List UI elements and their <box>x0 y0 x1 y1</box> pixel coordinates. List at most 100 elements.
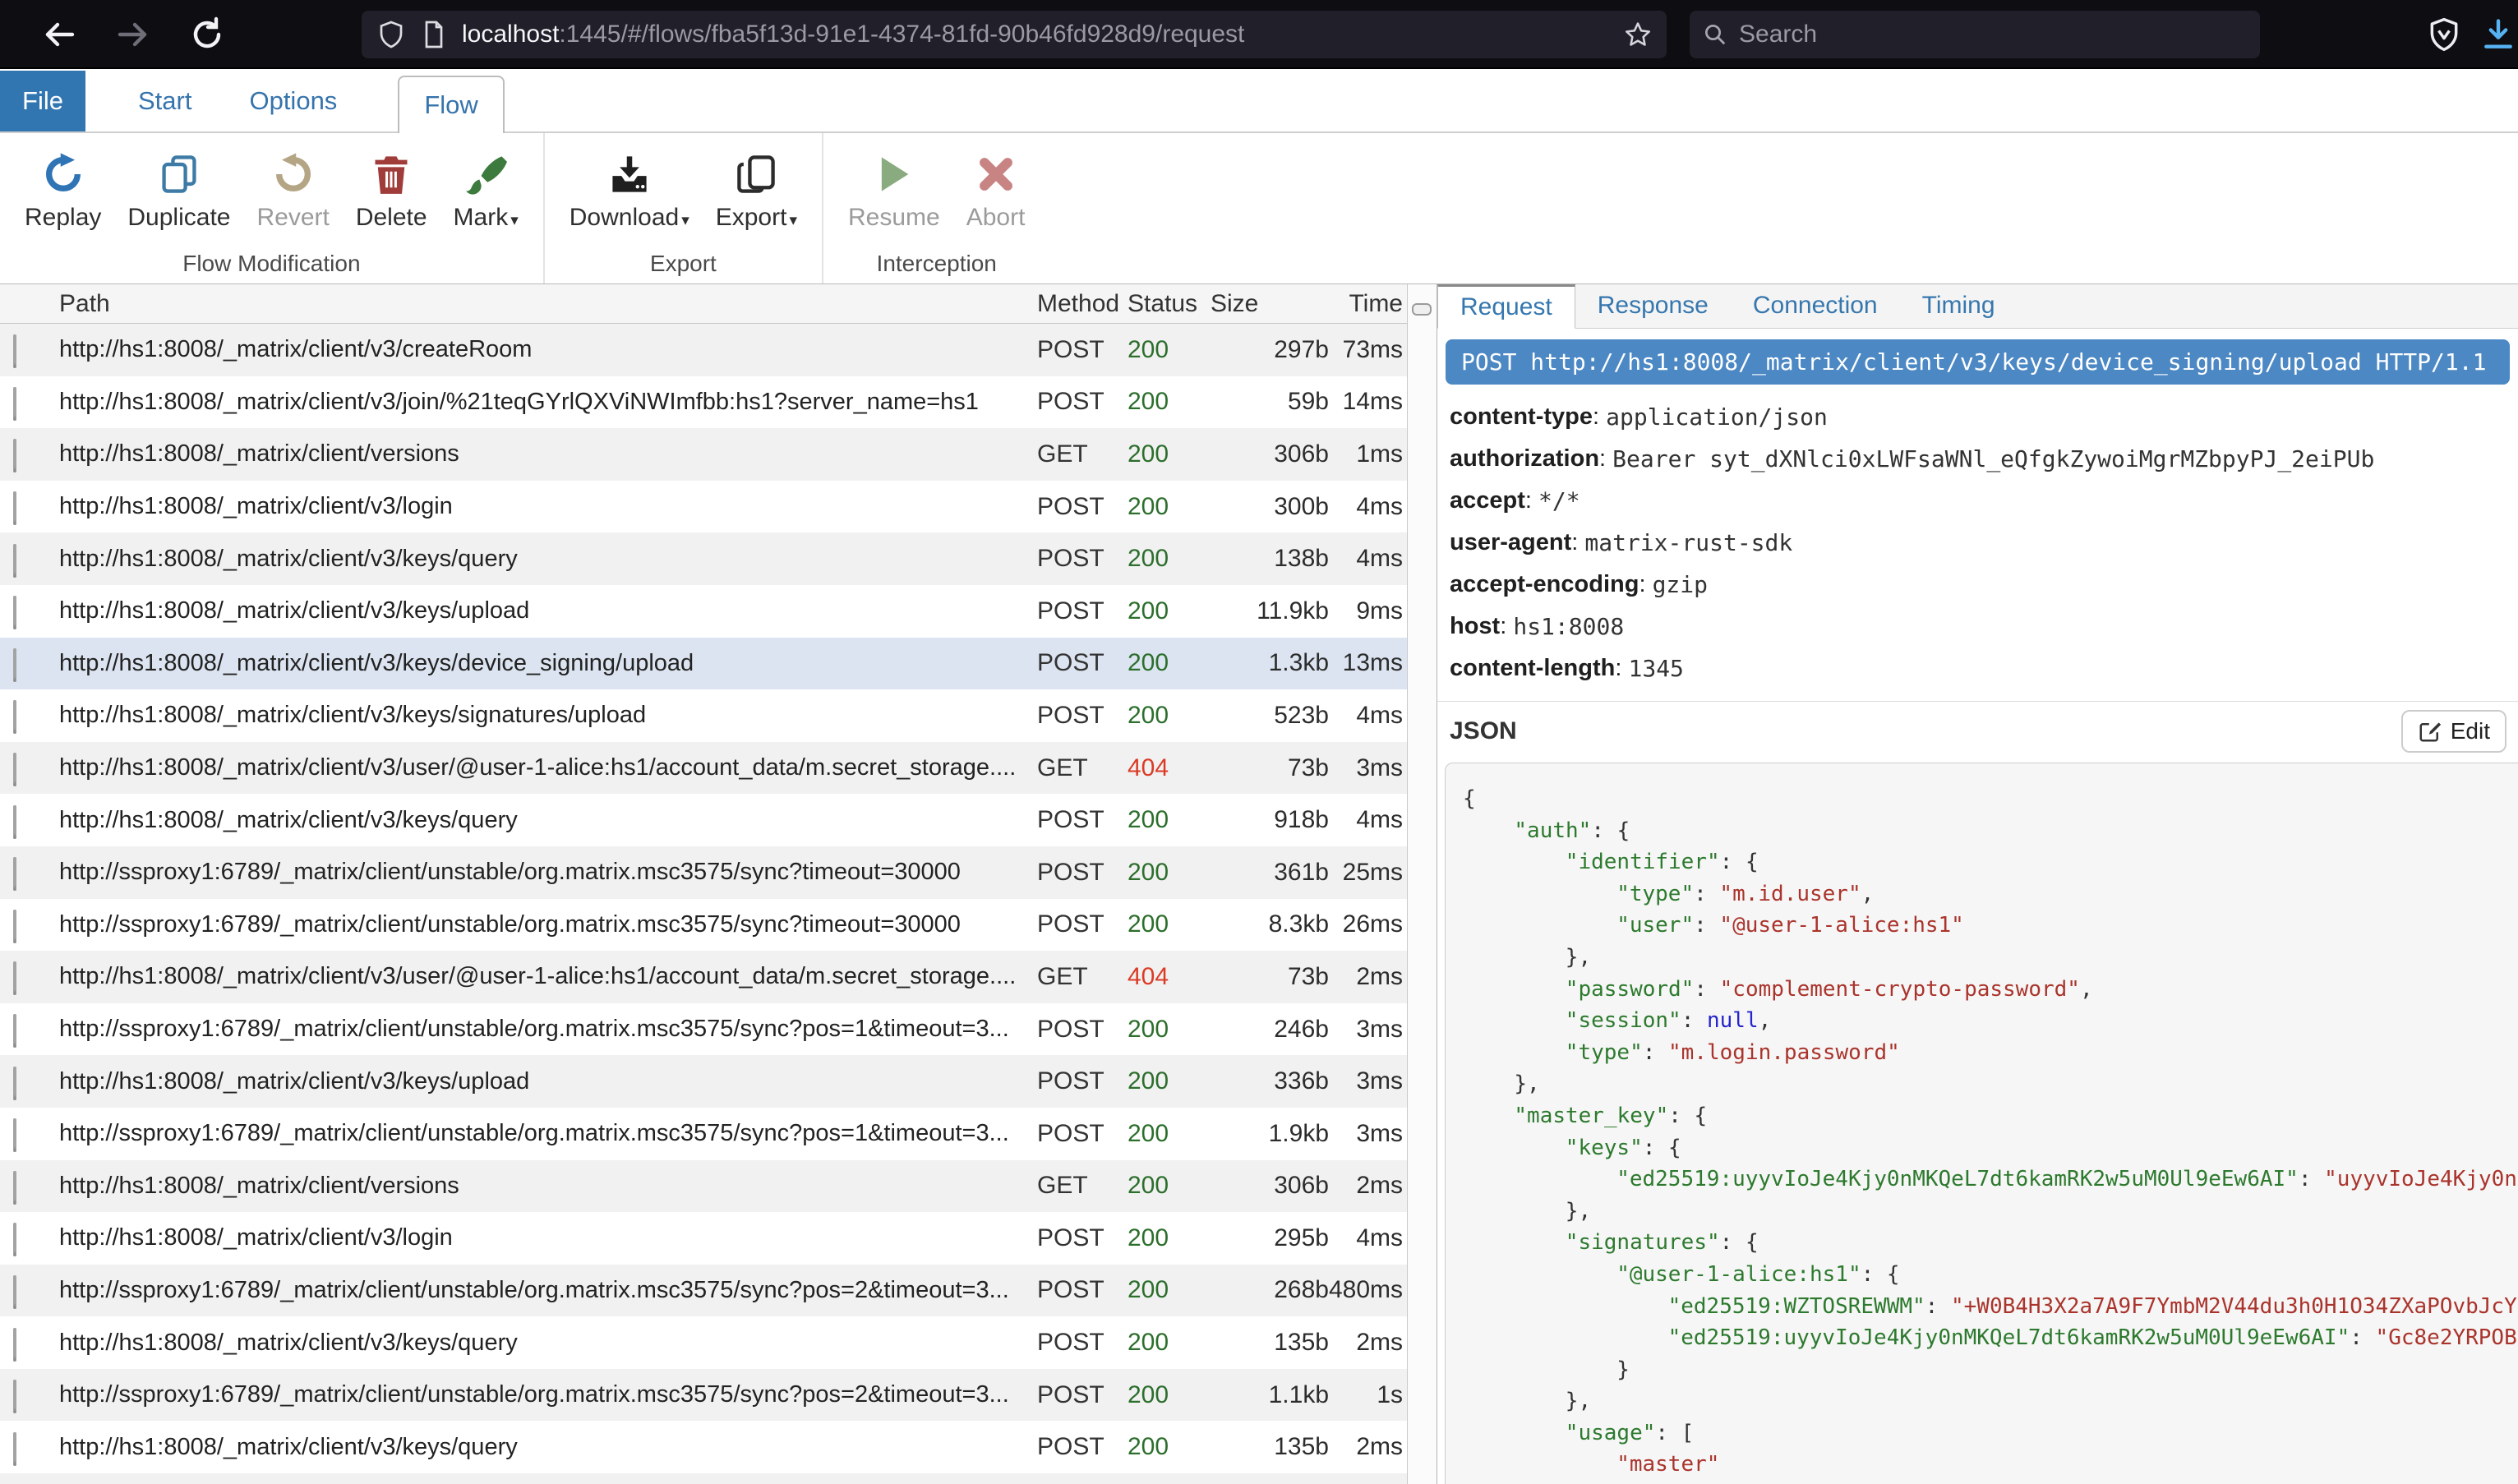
header-row[interactable]: authorization Bearer syt_dXNlci0xLWFsaWN… <box>1450 438 2518 480</box>
table-row[interactable]: http://ssproxy1:6789/_matrix/client/unst… <box>0 846 1407 899</box>
table-row[interactable]: http://hs1:8008/_matrix/client/v3/keys/d… <box>0 638 1407 690</box>
group-interception: Resume Abort Interception <box>822 133 1049 283</box>
resume-button[interactable]: Resume <box>835 141 953 246</box>
search-bar[interactable] <box>1690 11 2260 58</box>
flow-status: 200 <box>1128 910 1206 938</box>
table-row[interactable]: http://hs1:8008/_matrix/client/v3/keys/q… <box>0 1316 1407 1369</box>
table-row[interactable]: http://hs1:8008/_matrix/client/v3/keys/q… <box>0 532 1407 585</box>
table-row[interactable]: http://hs1:8008/_matrix/client/versions … <box>0 428 1407 481</box>
column-path[interactable]: Path <box>59 290 1037 318</box>
edit-button[interactable]: Edit <box>2401 710 2506 753</box>
bookmark-star-icon[interactable] <box>1624 21 1652 48</box>
menu-options[interactable]: Options <box>249 71 337 131</box>
url-bar[interactable]: localhost:1445/#/flows/fba5f13d-91e1-437… <box>362 11 1667 58</box>
header-row[interactable]: accept-encoding gzip <box>1450 564 2518 606</box>
table-row[interactable]: http://hs1:8008/_matrix/client/v3/keys/u… <box>0 585 1407 638</box>
flow-time: 14ms <box>1329 388 1403 416</box>
request-line[interactable]: POST http://hs1:8008/_matrix/client/v3/k… <box>1446 339 2510 385</box>
delete-button[interactable]: Delete <box>343 141 440 246</box>
group-label-interception: Interception <box>835 246 1038 283</box>
table-row[interactable]: http://ssproxy1:6789/_matrix/client/unst… <box>0 1369 1407 1422</box>
flow-method: POST <box>1037 1067 1128 1095</box>
tab-flow[interactable]: Flow <box>398 76 504 133</box>
flow-method: POST <box>1037 545 1128 573</box>
flow-size: 300b <box>1206 493 1329 521</box>
search-input[interactable] <box>1739 21 2247 48</box>
table-row[interactable]: http://ssproxy1:6789/_matrix/client/unst… <box>0 1003 1407 1056</box>
table-row[interactable]: http://hs1:8008/_matrix/client/v3/join/%… <box>0 376 1407 429</box>
download-button[interactable]: Download▾ <box>556 141 703 246</box>
duplicate-button[interactable]: Duplicate <box>114 141 243 246</box>
flow-time: 4ms <box>1329 545 1403 573</box>
revert-label: Revert <box>256 204 329 232</box>
header-row[interactable]: content-type application/json <box>1450 396 2518 438</box>
shield-icon[interactable] <box>376 20 406 49</box>
json-line: "master_key": { <box>1463 1100 2518 1132</box>
mark-button[interactable]: Mark▾ <box>440 141 532 246</box>
json-body[interactable]: {"auth": {"identifier": {"type": "m.id.u… <box>1445 763 2518 1484</box>
column-size[interactable]: Size <box>1206 290 1329 318</box>
forward-icon[interactable] <box>113 15 153 54</box>
header-row[interactable]: user-agent matrix-rust-sdk <box>1450 522 2518 564</box>
tab-timing[interactable]: Timing <box>1900 283 2018 328</box>
json-token: : <box>2299 1167 2324 1191</box>
table-row[interactable]: http://hs1:8008/_matrix/client/v3/user/@… <box>0 742 1407 795</box>
flow-path: http://hs1:8008/_matrix/client/v3/login <box>59 1224 1037 1251</box>
table-row[interactable]: http://hs1:8008/_matrix/client/v3/create… <box>0 324 1407 376</box>
revert-button[interactable]: Revert <box>243 141 342 246</box>
reload-icon[interactable] <box>187 15 227 54</box>
table-row[interactable]: http://hs1:8008/_matrix/client/v3/keys/q… <box>0 1421 1407 1473</box>
downloads-icon[interactable] <box>2480 15 2516 54</box>
flow-detail-panel: Request Response Connection Timing POST … <box>1437 283 2518 1484</box>
caret-down-icon: ▾ <box>681 212 689 229</box>
flow-icon <box>13 1067 16 1100</box>
tab-request[interactable]: Request <box>1437 284 1575 329</box>
table-row[interactable]: http://hs1:8008/_matrix/client/v3/login … <box>0 481 1407 533</box>
table-row[interactable]: http://ssproxy1:6789/_matrix/client/unst… <box>0 1108 1407 1160</box>
json-token: : <box>1694 977 1719 1002</box>
header-row[interactable]: accept */* <box>1450 480 2518 522</box>
back-icon[interactable] <box>39 15 79 54</box>
json-line: "session": null, <box>1463 1005 2518 1037</box>
json-line: "ed25519:uyyvIoJe4Kjy0nMKQeL7dt6kamRK2w5… <box>1463 1322 2518 1354</box>
table-row[interactable]: http://hs1:8008/_matrix/client/v3/keys/q… <box>0 794 1407 846</box>
flow-time: 3ms <box>1329 754 1403 782</box>
column-method[interactable]: Method <box>1037 290 1128 318</box>
page-icon[interactable] <box>419 20 449 49</box>
abort-button[interactable]: Abort <box>953 141 1039 246</box>
export-button[interactable]: Export▾ <box>703 141 810 246</box>
table-row[interactable]: http://hs1:8008/_matrix/client/v3/login … <box>0 1212 1407 1265</box>
flow-path: http://hs1:8008/_matrix/client/v3/login <box>59 493 1037 520</box>
menu-start[interactable]: Start <box>138 71 191 131</box>
flow-rows: http://hs1:8008/_matrix/client/v3/create… <box>0 324 1407 1484</box>
extension-shield-icon[interactable] <box>2426 16 2462 53</box>
json-token: : { <box>1720 1230 1759 1255</box>
flow-size: 361b <box>1206 859 1329 887</box>
flow-time: 2ms <box>1329 1433 1403 1461</box>
table-row[interactable]: http://ssproxy1:6789/_matrix/client/unst… <box>0 899 1407 952</box>
table-row[interactable]: http://hs1:8008/_matrix/client/versions … <box>0 1160 1407 1213</box>
flow-size: 73b <box>1206 963 1329 991</box>
url-path: :1445/#/flows/fba5f13d-91e1-4374-81fd-90… <box>559 21 1244 48</box>
header-row[interactable]: host hs1:8008 <box>1450 606 2518 648</box>
flow-time: 26ms <box>1329 910 1403 938</box>
table-row[interactable]: http://hs1:8008/_matrix/client/v3/keys/u… <box>0 1055 1407 1108</box>
json-token: "uyyvIoJe4Kjy0nMKQeL7dt6kamRK2w5uM0Ul9eE… <box>2324 1167 2518 1191</box>
flow-size: 138b <box>1206 545 1329 573</box>
table-row[interactable]: http://hs1:8008/_matrix/client/v3/user/@… <box>0 951 1407 1003</box>
column-status[interactable]: Status <box>1128 290 1206 318</box>
column-time[interactable]: Time <box>1329 290 1403 318</box>
flow-list-header[interactable]: Path Method Status Size Time <box>0 284 1407 324</box>
scrollbar-thumb[interactable] <box>1412 303 1432 316</box>
table-row[interactable] <box>0 1473 1407 1484</box>
table-row[interactable]: http://ssproxy1:6789/_matrix/client/unst… <box>0 1265 1407 1317</box>
flow-size: 297b <box>1206 336 1329 364</box>
tab-connection[interactable]: Connection <box>1731 283 1900 328</box>
header-row[interactable]: content-length 1345 <box>1450 648 2518 689</box>
replay-button[interactable]: Replay <box>12 141 114 246</box>
tab-response[interactable]: Response <box>1575 283 1731 328</box>
table-row[interactable]: http://hs1:8008/_matrix/client/v3/keys/s… <box>0 689 1407 742</box>
menu-file[interactable]: File <box>0 71 85 131</box>
flow-method: POST <box>1037 1016 1128 1044</box>
flow-list-scrollbar[interactable] <box>1407 283 1437 1484</box>
